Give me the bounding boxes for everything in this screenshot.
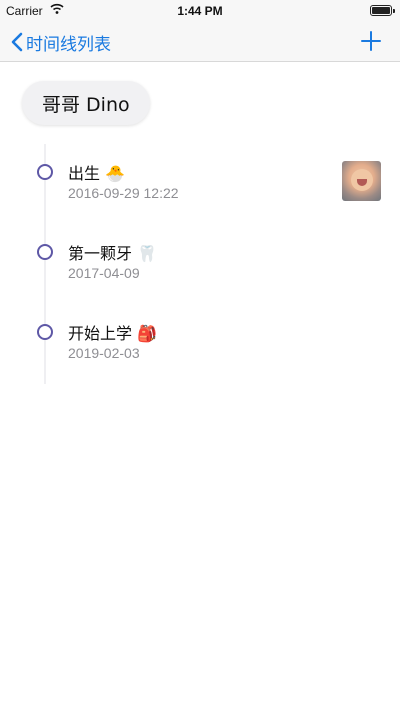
timeline-dot xyxy=(37,324,53,340)
timeline-event[interactable]: 出生 🐣 2016-09-29 12:22 xyxy=(0,130,400,201)
event-date: 2019-02-03 xyxy=(68,345,140,361)
timeline-dot xyxy=(37,244,53,260)
event-title: 开始上学 🎒 xyxy=(68,324,158,343)
timeline: 出生 🐣 2016-09-29 12:22 第一颗牙 🦷 2017-04-09 … xyxy=(0,130,400,390)
chevron-left-icon xyxy=(11,32,23,52)
event-title: 第一颗牙 🦷 xyxy=(68,244,158,263)
event-photo[interactable] xyxy=(342,161,381,201)
status-time: 1:44 PM xyxy=(177,4,223,18)
event-date: 2017-04-09 xyxy=(68,265,140,281)
back-button-label: 时间线列表 xyxy=(26,34,111,55)
event-title: 出生 🐣 xyxy=(68,164,126,183)
back-button[interactable]: 时间线列表 xyxy=(10,29,111,55)
event-date: 2016-09-29 12:22 xyxy=(68,185,179,201)
navigation-bar: 时间线列表 xyxy=(0,22,400,62)
timeline-event[interactable]: 第一颗牙 🦷 2017-04-09 xyxy=(0,210,400,281)
status-bar: Carrier 1:44 PM xyxy=(0,0,400,22)
person-chip[interactable]: 哥哥 Dino xyxy=(22,81,150,125)
timeline-event[interactable]: 开始上学 🎒 2019-02-03 xyxy=(0,290,400,361)
person-name: 哥哥 Dino xyxy=(42,93,130,116)
add-icon[interactable] xyxy=(360,30,382,52)
timeline-dot xyxy=(37,164,53,180)
battery-icon xyxy=(370,5,395,16)
